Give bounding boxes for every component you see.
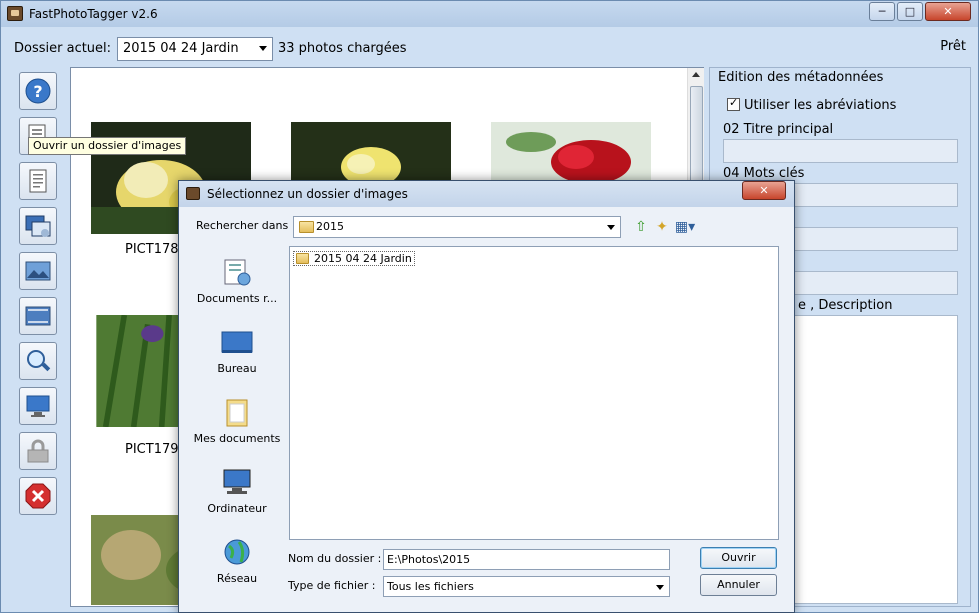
folder-name-label: Nom du dossier :	[288, 552, 382, 565]
dialog-close-button[interactable]: ✕	[742, 181, 786, 200]
look-in-value: 2015	[316, 220, 344, 233]
document-button[interactable]	[19, 162, 57, 200]
scroll-up-icon[interactable]	[692, 72, 700, 77]
chevron-down-icon	[607, 225, 615, 230]
app-icon	[7, 6, 23, 21]
file-item-label: 2015 04 24 Jardin	[314, 252, 412, 265]
keywords-field-label: 04 Mots clés	[723, 166, 805, 181]
up-folder-icon[interactable]: ⇧	[632, 218, 650, 236]
current-folder-label: Dossier actuel:	[14, 41, 112, 56]
minimize-button[interactable]: ─	[869, 2, 895, 21]
close-button[interactable]: ✕	[925, 2, 971, 21]
new-folder-icon[interactable]: ✦	[653, 218, 671, 236]
file-list[interactable]: 2015 04 24 Jardin	[289, 246, 779, 540]
place-my-documents[interactable]: Mes documents	[193, 398, 281, 445]
monitor-icon	[26, 395, 50, 417]
dialog-title: Sélectionnez un dossier d'images	[207, 187, 408, 201]
help-button[interactable]: ?	[19, 72, 57, 110]
places-bar: Documents r... Bureau Mes documents Ordi…	[193, 248, 281, 600]
computer-icon	[223, 469, 251, 494]
place-label: Documents r...	[196, 292, 278, 305]
slideshow-icon	[25, 215, 51, 237]
checkbox-checked-icon[interactable]	[727, 96, 740, 111]
help-icon: ?	[25, 78, 51, 104]
title-field-label: 02 Titre principal	[723, 122, 834, 137]
magnifier-icon	[27, 350, 51, 372]
chevron-down-icon	[656, 585, 664, 590]
maximize-button[interactable]: □	[897, 2, 923, 21]
image-button[interactable]	[19, 252, 57, 290]
document-icon	[29, 169, 47, 193]
folder-icon	[296, 253, 309, 264]
look-in-select[interactable]: 2015	[293, 216, 621, 238]
exit-icon	[25, 483, 51, 509]
chevron-down-icon	[259, 46, 267, 51]
status-text: Prêt	[940, 39, 966, 54]
folder-icon	[299, 221, 314, 233]
select-folder-dialog: Sélectionnez un dossier d'images ✕ Reche…	[178, 180, 795, 613]
exit-button[interactable]	[19, 477, 57, 515]
folder-name-input[interactable]: E:\Photos\2015	[383, 549, 670, 570]
view-menu-icon[interactable]: ▦▾	[674, 218, 696, 236]
app-icon	[186, 187, 200, 200]
my-documents-icon	[226, 399, 248, 427]
metadata-title: Edition des métadonnées	[718, 70, 884, 85]
use-abbreviations-label: Utiliser les abréviations	[744, 98, 897, 113]
place-computer[interactable]: Ordinateur	[193, 468, 281, 515]
use-abbreviations-checkbox[interactable]: Utiliser les abréviations	[727, 96, 897, 113]
window-title: FastPhotoTagger v2.6	[29, 7, 158, 21]
look-in-label: Rechercher dans :	[196, 219, 296, 232]
current-folder-select[interactable]: 2015 04 24 Jardin	[117, 37, 273, 61]
place-network[interactable]: Réseau	[193, 538, 281, 585]
lock-button[interactable]	[19, 432, 57, 470]
file-type-label: Type de fichier :	[288, 579, 376, 592]
svg-text:?: ?	[33, 82, 42, 101]
thumbnail-caption: PICT179	[125, 442, 179, 457]
file-type-select[interactable]: Tous les fichiers	[383, 576, 670, 597]
filmstrip-icon	[25, 306, 51, 326]
title-bar[interactable]: FastPhotoTagger v2.6 ─ □ ✕	[1, 1, 978, 27]
lock-icon	[27, 439, 49, 463]
tooltip: Ouvrir un dossier d'images	[28, 137, 187, 155]
zoom-button[interactable]	[19, 342, 57, 380]
place-desktop[interactable]: Bureau	[193, 328, 281, 375]
image-icon	[25, 261, 51, 281]
place-label: Ordinateur	[207, 502, 267, 515]
cancel-button[interactable]: Annuler	[700, 574, 777, 596]
desktop-icon	[221, 331, 253, 353]
place-label: Mes documents	[193, 432, 281, 445]
file-list-item[interactable]: 2015 04 24 Jardin	[293, 251, 415, 266]
place-recent-documents[interactable]: Documents r...	[193, 258, 281, 305]
thumbnail-caption: PICT178	[125, 242, 179, 257]
recent-documents-icon	[224, 259, 251, 286]
place-label: Réseau	[216, 572, 258, 585]
filmstrip-button[interactable]	[19, 297, 57, 335]
open-button[interactable]: Ouvrir	[700, 547, 777, 569]
description-label: e , Description	[798, 298, 893, 313]
place-label: Bureau	[217, 362, 257, 375]
title-field[interactable]	[723, 139, 958, 163]
dialog-title-bar[interactable]: Sélectionnez un dossier d'images ✕	[179, 181, 794, 207]
display-button[interactable]	[19, 387, 57, 425]
slideshow-button[interactable]	[19, 207, 57, 245]
network-globe-icon	[224, 539, 250, 565]
photos-loaded-count: 33 photos chargées	[278, 41, 407, 56]
file-type-value: Tous les fichiers	[387, 580, 474, 593]
current-folder-value: 2015 04 24 Jardin	[123, 41, 239, 56]
